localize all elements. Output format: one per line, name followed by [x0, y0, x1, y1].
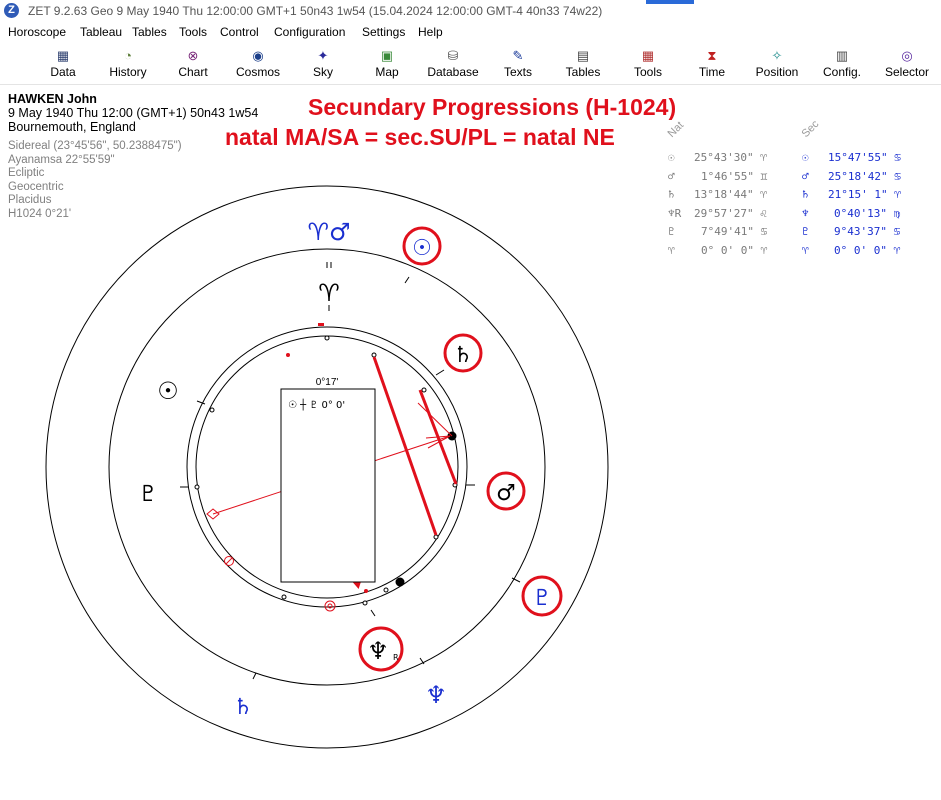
mars-glyph: ♂ — [496, 481, 516, 506]
saturn-glyph: ♄ — [453, 343, 473, 368]
red-ring-marker — [324, 600, 336, 612]
red-marker — [286, 353, 290, 357]
ring-marker — [209, 407, 215, 413]
planet-dot — [395, 577, 405, 587]
aries-mars-glyph: ♈♂ — [307, 218, 350, 246]
ring-marker — [362, 600, 368, 606]
retrograde-mark: R — [393, 653, 399, 662]
sun-tick-outer — [404, 276, 410, 284]
red-ring-marker — [225, 557, 233, 565]
red-marker — [364, 589, 368, 593]
neptune-glyph: ♆ — [367, 637, 389, 665]
ring-marker — [324, 335, 330, 341]
sun-glyph: ☉ — [157, 377, 179, 405]
pluto-glyph: ♇ — [138, 482, 158, 507]
annotation-stroke — [372, 356, 438, 536]
neptune-glyph-sec: ♆ — [425, 681, 447, 709]
sun-glyph-sec: ☉ — [412, 236, 432, 261]
ring-marker — [433, 534, 439, 540]
center-box — [280, 388, 376, 583]
saturn-tick — [435, 369, 445, 376]
saturn-tick-outer — [252, 672, 257, 680]
neptune-tick — [370, 609, 376, 617]
ring-marker — [371, 352, 377, 358]
saturn-glyph-sec: ♄ — [233, 695, 253, 720]
aries-glyph: ♈ — [318, 279, 340, 307]
ring-marker — [281, 594, 287, 600]
red-marker — [318, 323, 324, 326]
horoscope-wheel: 0°17' ☉ ┼ ♇ 0° 0' ♈♂ ☉ ♄ ♂ ♇ ♆ ♄ ♈ ☉ ♇ ♆… — [45, 185, 609, 749]
center-box-label: 0°17' — [316, 377, 339, 388]
pluto-glyph-sec: ♇ — [532, 586, 552, 611]
ring-marker — [194, 484, 200, 490]
center-box-formula: ☉ ┼ ♇ 0° 0' — [288, 398, 345, 411]
ring-marker — [383, 587, 389, 593]
ring-marker — [421, 387, 427, 393]
